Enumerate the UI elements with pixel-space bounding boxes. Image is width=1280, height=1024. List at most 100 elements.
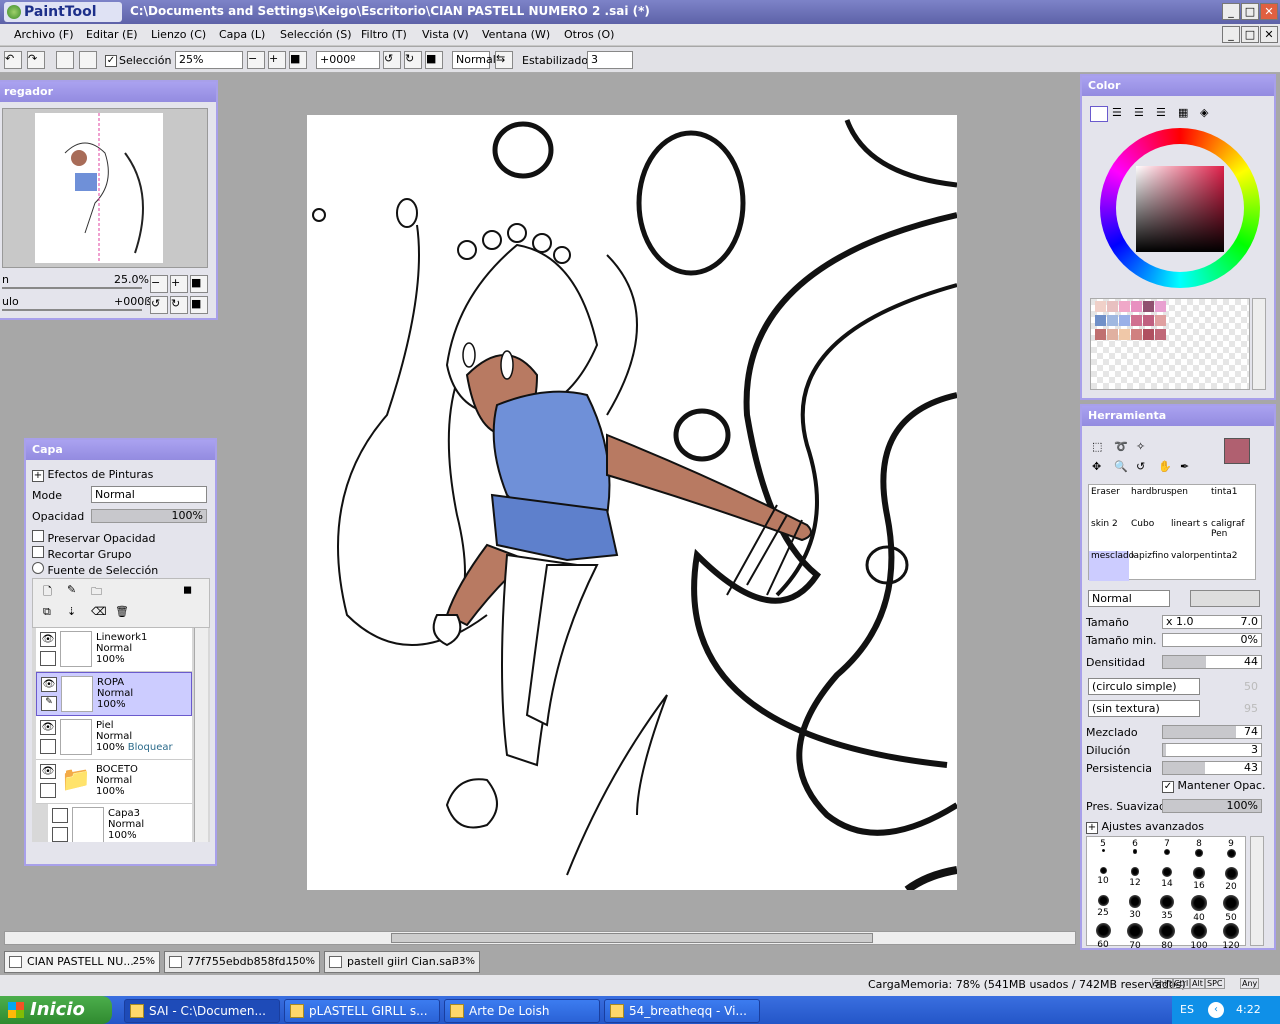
color-swatch[interactable] bbox=[1143, 301, 1154, 312]
redo-icon[interactable]: ↷ bbox=[27, 51, 45, 69]
layer-lock-box[interactable] bbox=[40, 651, 56, 666]
color-swatch[interactable] bbox=[1095, 315, 1106, 326]
size-preset[interactable]: 50 bbox=[1215, 893, 1247, 923]
selection-checkbox[interactable]: ✓ bbox=[105, 55, 117, 67]
size-preset[interactable]: 120 bbox=[1215, 921, 1247, 951]
nav-rotate-left-icon[interactable]: ↺ bbox=[150, 296, 168, 314]
nav-rotate-reset-icon[interactable]: ■ bbox=[190, 296, 208, 314]
size-preset[interactable]: 70 bbox=[1119, 921, 1151, 951]
stabilizer-select[interactable]: 3 bbox=[587, 51, 633, 69]
keep-opacity-checkbox[interactable]: ✓ Mantener Opac. bbox=[1162, 779, 1265, 793]
color-swatch[interactable] bbox=[1119, 315, 1130, 326]
color-swatch[interactable] bbox=[1095, 329, 1106, 340]
flip-icon[interactable]: ⇆ bbox=[495, 51, 513, 69]
color-swatch[interactable] bbox=[1155, 301, 1166, 312]
foreground-color[interactable] bbox=[1224, 438, 1250, 464]
language-indicator[interactable]: ES bbox=[1180, 996, 1194, 1024]
brush-tinta2[interactable]: tinta2 bbox=[1209, 551, 1249, 581]
doc-tab-active[interactable]: CIAN PASTELL NU... 25% bbox=[4, 951, 160, 973]
brush-eraser[interactable]: Eraser bbox=[1089, 487, 1129, 517]
min-size-slider[interactable]: 0% bbox=[1162, 633, 1262, 647]
doc-tab[interactable]: 77f755ebdb858fd... 150% bbox=[164, 951, 320, 973]
zoom-in-icon[interactable]: + bbox=[268, 51, 286, 69]
invert-selection-icon[interactable] bbox=[79, 51, 97, 69]
copy-layer-icon[interactable]: ⧉ bbox=[43, 605, 51, 619]
nav-zoom-out-icon[interactable]: − bbox=[150, 275, 168, 293]
nav-zoom-reset-icon[interactable]: ■ bbox=[190, 275, 208, 293]
brush-texture-select[interactable]: (sin textura) bbox=[1088, 700, 1200, 717]
menu-editar[interactable]: Editar (E) bbox=[86, 28, 138, 41]
menu-seleccion[interactable]: Selección (S) bbox=[280, 28, 352, 41]
layer-row[interactable]: 👁 Piel Normal 100% Bloquear bbox=[36, 716, 192, 760]
rotate-right-icon[interactable]: ↻ bbox=[404, 51, 422, 69]
blending-slider[interactable]: 74 bbox=[1162, 725, 1262, 739]
delete-layer-icon[interactable]: 🗑 bbox=[115, 605, 129, 618]
horizontal-scroll-thumb[interactable] bbox=[391, 933, 873, 943]
color-wheel-tab-icon[interactable] bbox=[1090, 106, 1108, 122]
navigator-zoom-slider[interactable] bbox=[2, 287, 142, 289]
brush-edit-icon[interactable]: ✎ bbox=[41, 696, 57, 711]
selection-source-checkbox[interactable]: Fuente de Selección bbox=[32, 562, 158, 577]
brush-tinta1[interactable]: tinta1 bbox=[1209, 487, 1249, 517]
brush-lapizfino[interactable]: lapizfino bbox=[1129, 551, 1169, 581]
close-button[interactable]: ✕ bbox=[1260, 3, 1278, 20]
minimize-button[interactable]: _ bbox=[1222, 3, 1240, 20]
color-swatch[interactable] bbox=[1131, 301, 1142, 312]
hue-wheel[interactable] bbox=[1100, 128, 1260, 288]
doc-tab[interactable]: pastell giirl Cian.sai 33% bbox=[324, 951, 480, 973]
lasso-icon[interactable]: ➰ bbox=[1114, 440, 1128, 453]
brush-valorpen[interactable]: valorpen bbox=[1169, 551, 1211, 581]
dilution-slider[interactable]: 3 bbox=[1162, 743, 1262, 757]
hsv-slider-tab-icon[interactable]: ☰ bbox=[1134, 106, 1152, 122]
menu-ventana[interactable]: Ventana (W) bbox=[482, 28, 550, 41]
clear-layer-icon[interactable]: ⌫ bbox=[91, 605, 107, 618]
menu-lienzo[interactable]: Lienzo (C) bbox=[151, 28, 206, 41]
smoothing-slider[interactable]: 100% bbox=[1162, 799, 1262, 813]
clip-group-checkbox[interactable]: Recortar Grupo bbox=[32, 546, 132, 561]
color-swatch[interactable] bbox=[1119, 329, 1130, 340]
layer-mode-select[interactable]: Normal bbox=[91, 486, 207, 503]
size-preset[interactable]: 60 bbox=[1087, 921, 1119, 950]
size-preset[interactable]: 9 bbox=[1215, 837, 1247, 865]
rgb-slider-tab-icon[interactable]: ☰ bbox=[1112, 106, 1130, 122]
menu-vista[interactable]: Vista (V) bbox=[422, 28, 469, 41]
visibility-eye-icon[interactable]: 👁 bbox=[40, 764, 56, 779]
scratchpad-tab-icon[interactable]: ◈ bbox=[1200, 106, 1218, 122]
color-swatch[interactable] bbox=[1131, 329, 1142, 340]
tray-arrow-icon[interactable]: ‹ bbox=[1208, 1002, 1224, 1018]
size-preset[interactable]: 6 bbox=[1119, 837, 1151, 865]
layer-row[interactable]: Capa3 Normal 100% bbox=[48, 804, 192, 842]
size-preset-scrollbar[interactable] bbox=[1250, 836, 1264, 946]
rect-select-icon[interactable]: ⬚ bbox=[1092, 440, 1102, 453]
canvas[interactable] bbox=[307, 115, 957, 890]
visibility-eye-icon[interactable]: 👁 bbox=[41, 677, 57, 692]
maximize-button[interactable]: □ bbox=[1241, 3, 1259, 20]
rotate-icon[interactable]: ↺ bbox=[1136, 460, 1145, 473]
nav-zoom-in-icon[interactable]: + bbox=[170, 275, 188, 293]
size-preset[interactable]: 35 bbox=[1151, 893, 1183, 921]
layer-row[interactable]: 👁 📁 BOCETO Normal 100% bbox=[36, 760, 192, 804]
brush-hardbrus[interactable]: hardbrus bbox=[1129, 487, 1171, 517]
layer-row-selected[interactable]: 👁 ✎ ROPA Normal 100% bbox=[36, 672, 192, 716]
saturation-value-square[interactable] bbox=[1136, 166, 1224, 252]
swatch-grid[interactable] bbox=[1090, 298, 1250, 390]
layer-row[interactable]: 👁 Linework1 Normal 100% bbox=[36, 628, 192, 672]
zoom-out-icon[interactable]: − bbox=[247, 51, 265, 69]
color-swatch[interactable] bbox=[1155, 315, 1166, 326]
size-preset[interactable]: 8 bbox=[1183, 837, 1215, 865]
rotate-left-icon[interactable]: ↺ bbox=[383, 51, 401, 69]
move-icon[interactable]: ✥ bbox=[1092, 460, 1101, 473]
zoom-select[interactable]: 25% bbox=[175, 51, 243, 69]
size-slider[interactable]: x 1.0 7.0 bbox=[1162, 615, 1262, 629]
brush-lineart[interactable]: lineart s bbox=[1169, 519, 1209, 549]
swatch-scrollbar[interactable] bbox=[1252, 298, 1266, 390]
zoom-reset-icon[interactable]: ■ bbox=[289, 51, 307, 69]
color-swatch[interactable] bbox=[1107, 301, 1118, 312]
mixer-tab-icon[interactable]: ☰ bbox=[1156, 106, 1174, 122]
visibility-eye-icon[interactable]: 👁 bbox=[40, 632, 56, 647]
taskbar-item-folder[interactable]: Arte De Loish bbox=[444, 999, 600, 1023]
taskbar-item-document[interactable]: pLASTELL GIRLL s... bbox=[284, 999, 440, 1023]
size-preset[interactable]: 20 bbox=[1215, 865, 1247, 893]
brush-pen[interactable]: pen bbox=[1169, 487, 1209, 517]
zoom-icon[interactable]: 🔍 bbox=[1114, 460, 1128, 473]
